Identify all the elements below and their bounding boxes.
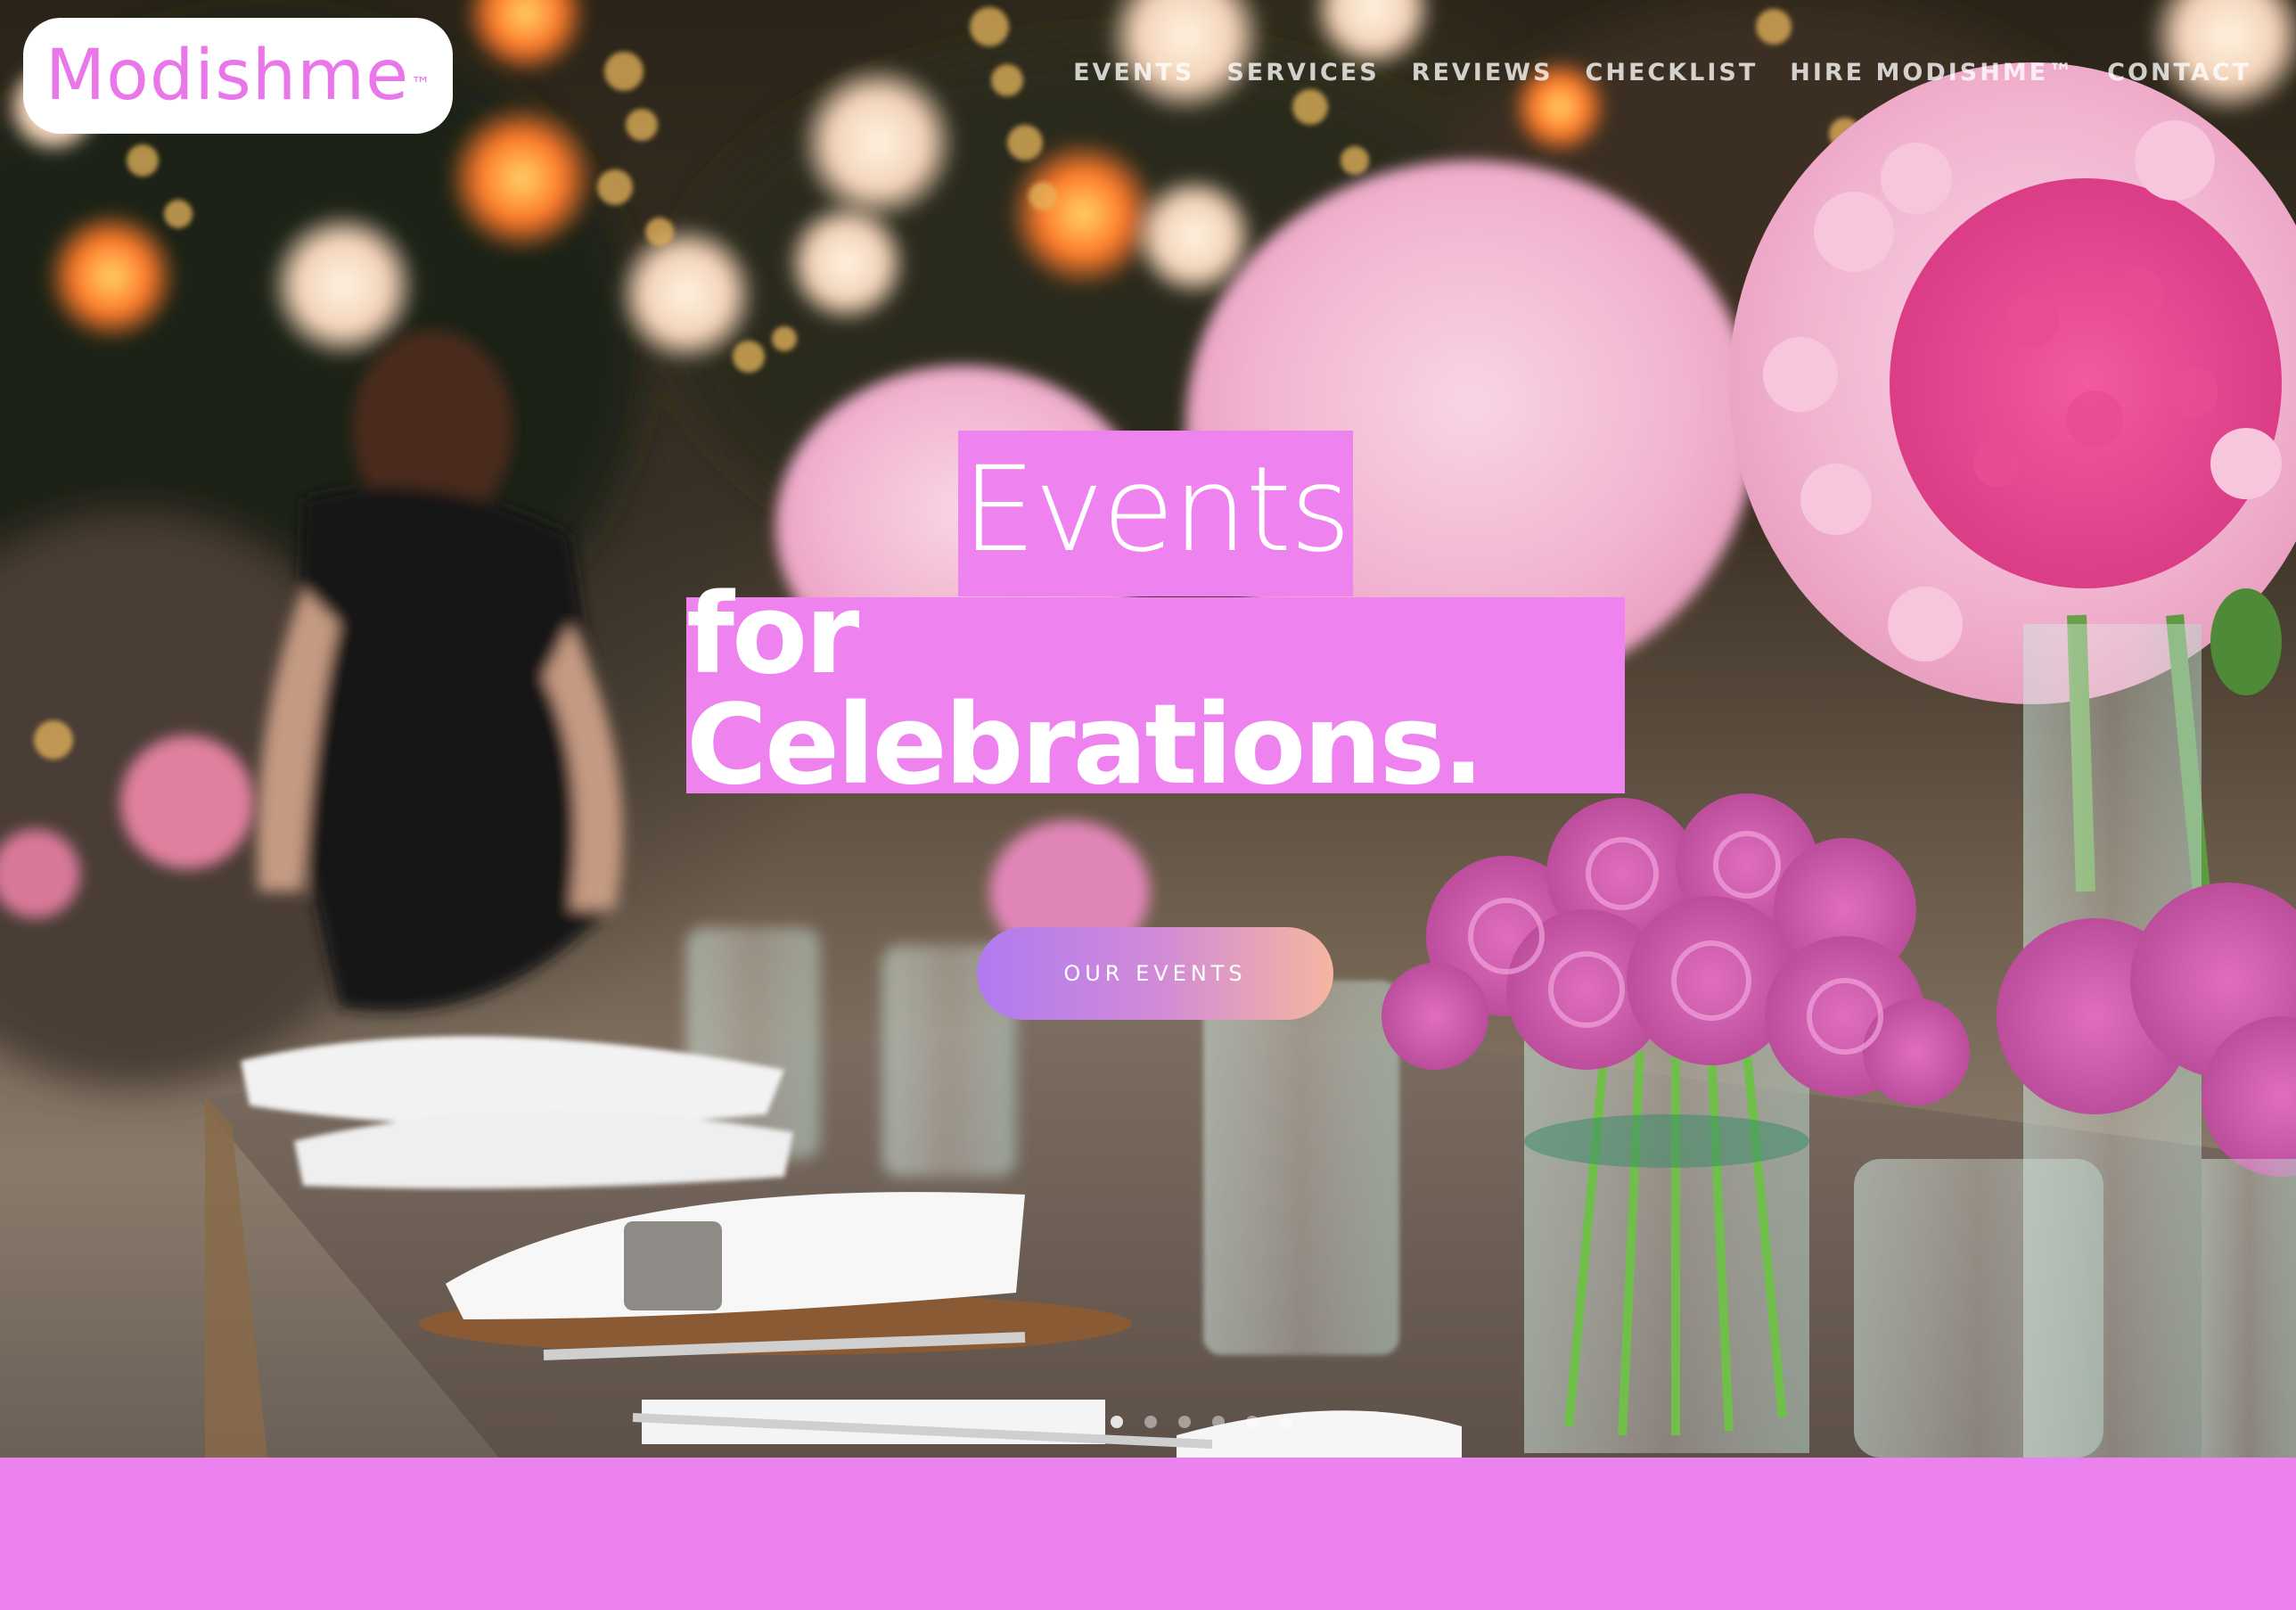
slider-dot[interactable] — [1280, 1416, 1292, 1428]
brand-logo[interactable]: Modishme ™ — [23, 18, 453, 134]
hero-headline-line2: for Celebrations. — [686, 571, 1484, 809]
main-nav: EVENTS SERVICES REVIEWS CHECKLIST HIRE M… — [1073, 59, 2251, 86]
nav-item-contact[interactable]: CONTACT — [2107, 59, 2251, 86]
section-band — [0, 1458, 2296, 1610]
nav-item-events[interactable]: EVENTS — [1073, 59, 1194, 86]
nav-item-reviews[interactable]: REVIEWS — [1412, 59, 1554, 86]
slider-dot[interactable] — [1111, 1416, 1123, 1428]
our-events-button[interactable]: OUR EVENTS — [977, 927, 1333, 1020]
slider-dot[interactable] — [1144, 1416, 1157, 1428]
hero-headline-line2-box: for Celebrations. — [686, 579, 1625, 801]
nav-item-hire-modishme[interactable]: HIRE MODISHME™ — [1790, 59, 2075, 86]
slider-dot[interactable] — [1178, 1416, 1191, 1428]
slider-pagination — [1111, 1416, 1292, 1428]
brand-logo-text: Modishme — [45, 36, 410, 116]
slider-dot[interactable] — [1246, 1416, 1259, 1428]
brand-trademark: ™ — [411, 73, 431, 96]
slider-dot[interactable] — [1212, 1416, 1225, 1428]
nav-item-checklist[interactable]: CHECKLIST — [1586, 59, 1759, 86]
hero-headline-line1: Events — [962, 441, 1351, 579]
nav-item-services[interactable]: SERVICES — [1226, 59, 1379, 86]
hero-headline-line1-box: Events — [958, 431, 1353, 596]
our-events-button-label: OUR EVENTS — [1063, 961, 1247, 986]
